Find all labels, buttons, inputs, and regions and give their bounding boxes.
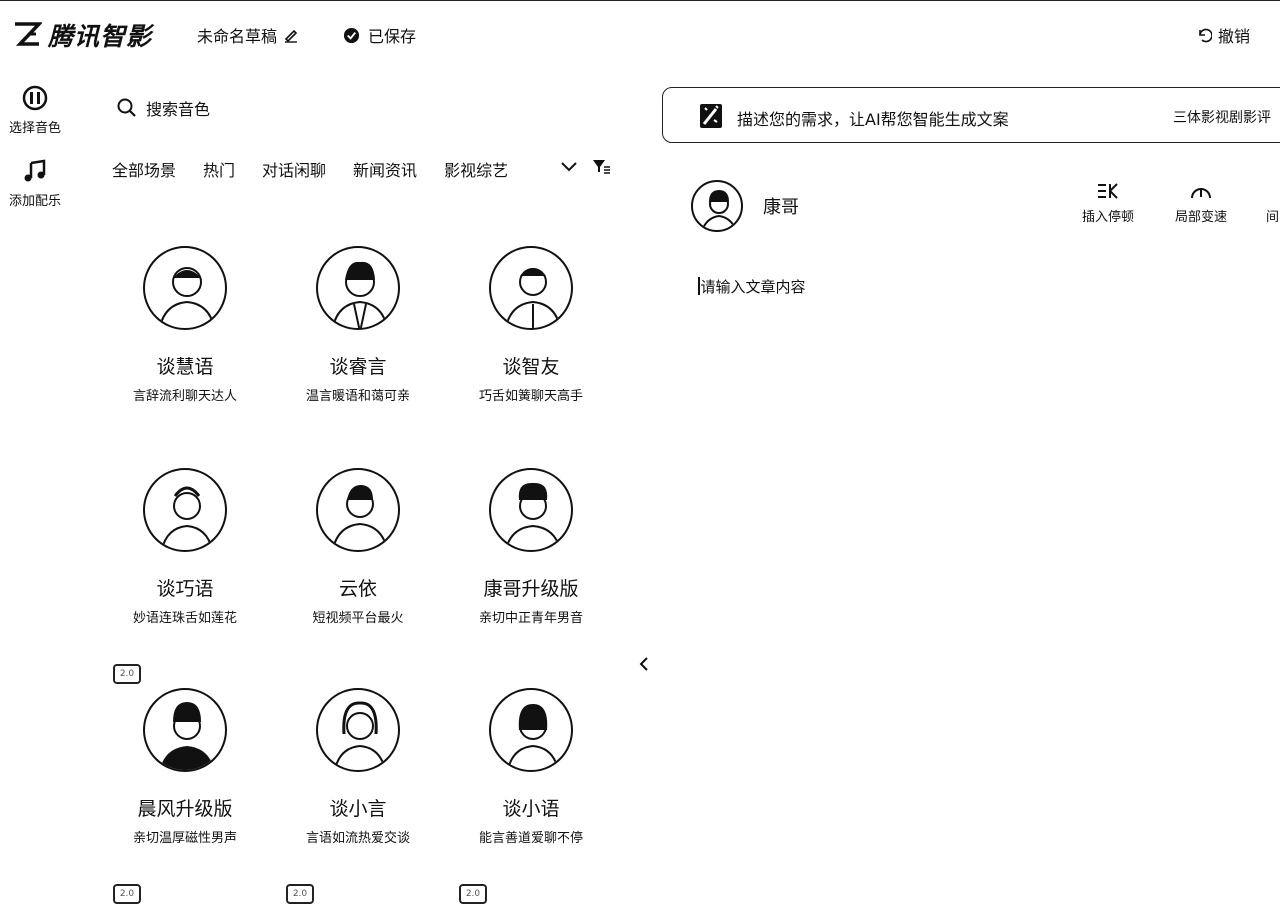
voice-icon [22,85,48,111]
voice-card[interactable]: 谈小言 言语如流热爱交谈 [273,688,443,846]
voice-name: 谈小言 [329,798,387,820]
voice-avatar [143,688,227,772]
insert-pause-button[interactable]: 插入停顿 [1082,182,1134,225]
category-tabs: 全部场景 热门 对话闲聊 新闻资讯 影视综艺 [112,157,508,181]
ai-copywriting-bar[interactable]: 描述您的需求，让AI帮您智能生成文案 三体影视剧影评 [662,87,1280,143]
voice-name: 晨风升级版 [137,798,233,820]
check-circle-icon [343,27,360,43]
voice-name: 谈睿言 [329,356,387,378]
ai-sample-prompt[interactable]: 三体影视剧影评 [1173,107,1271,127]
search-input[interactable]: 搜索音色 [146,96,210,120]
undo-icon [1199,28,1212,43]
voice-card[interactable]: 谈慧语 言辞流利聊天达人 [100,246,270,404]
voice-name: 康哥升级版 [483,578,579,600]
draft-title[interactable]: 未命名草稿 [197,23,299,47]
music-note-icon [24,159,46,182]
top-bar: 腾讯智影 未命名草稿 已保存 撤销 [0,0,1280,70]
nav-label: 添加配乐 [8,194,61,209]
tab-chat[interactable]: 对话闲聊 [262,157,326,181]
voice-desc: 亲切温厚磁性男声 [132,831,237,846]
voice-search[interactable]: 搜索音色 [117,96,210,120]
voice-desc: 言语如流热爱交谈 [305,831,410,846]
voice-badge-icon: 2.0 [286,884,314,904]
voice-card[interactable]: 康哥升级版 亲切中正青年男音 [446,468,616,626]
text-caret [698,277,700,295]
filter-icon[interactable] [591,156,611,176]
category-tools [559,156,611,176]
magic-wand-icon [700,104,722,128]
voice-avatar [316,468,400,552]
voice-card[interactable]: 晨风升级版 亲切温厚磁性男声 [100,688,270,846]
local-speed-button[interactable]: 局部变速 [1175,182,1227,225]
nav-label: 选择音色 [8,121,61,136]
nav-item-add-music[interactable]: 添加配乐 [0,158,70,209]
voice-desc: 言辞流利聊天达人 [132,389,237,404]
more-tool-button[interactable]: 间 [1266,182,1279,225]
voice-name: 谈慧语 [156,356,214,378]
tencent-zhiying-logo-icon [15,22,42,46]
tool-label: 局部变速 [1175,210,1228,225]
voice-name: 谈巧语 [156,578,214,600]
voice-name: 云依 [338,578,377,600]
tab-all-scenes[interactable]: 全部场景 [112,157,176,181]
voice-badge-icon: 2.0 [459,884,487,904]
voice-desc: 巧舌如簧聊天高手 [478,389,583,404]
voice-name: 谈小语 [502,798,560,820]
voice-avatar [143,246,227,330]
voice-card[interactable]: 谈小语 能言善道爱聊不停 [446,688,616,846]
tab-film-variety[interactable]: 影视综艺 [444,157,508,181]
voice-desc: 妙语连珠舌如莲花 [132,611,237,626]
voice-desc: 能言善道爱聊不停 [478,831,583,846]
nav-item-select-voice[interactable]: 选择音色 [0,85,70,136]
collapse-panel-icon[interactable] [637,654,651,674]
search-icon [117,98,136,117]
chevron-down-icon[interactable] [559,156,579,176]
save-status-label: 已保存 [368,27,417,46]
voice-desc: 温言暖语和蔼可亲 [305,389,410,404]
voice-badge-icon: 2.0 [113,664,141,684]
tab-news[interactable]: 新闻资讯 [353,157,417,181]
voice-desc: 短视频平台最火 [312,611,404,626]
insert-pause-icon [1098,183,1118,199]
article-editor[interactable]: 请输入文章内容 [698,276,806,297]
voice-card[interactable]: 谈智友 巧舌如簧聊天高手 [446,246,616,404]
voice-desc: 亲切中正青年男音 [478,611,583,626]
voice-avatar [316,246,400,330]
voice-avatar [316,688,400,772]
voice-name: 谈智友 [502,356,560,378]
voice-avatar [489,688,573,772]
left-nav: 选择音色 添加配乐 [0,85,70,231]
voice-badge-icon: 2.0 [113,884,141,904]
draft-title-label: 未命名草稿 [197,27,278,46]
ai-prompt-text: 描述您的需求，让AI帮您智能生成文案 [737,110,1009,129]
logo: 腾讯智影 [12,17,152,53]
tab-hot[interactable]: 热门 [203,157,235,181]
undo-label: 撤销 [1218,27,1251,46]
brand-name: 腾讯智影 [48,22,153,51]
editor-placeholder: 请输入文章内容 [700,278,806,296]
voice-card[interactable]: 谈睿言 温言暖语和蔼可亲 [273,246,443,404]
voice-card[interactable]: 云依 短视频平台最火 [273,468,443,626]
voice-avatar [489,468,573,552]
voice-card[interactable]: 谈巧语 妙语连珠舌如莲花 [100,468,270,626]
undo-button[interactable]: 撤销 [1196,23,1250,47]
voice-avatar [143,468,227,552]
edit-pencil-icon[interactable] [283,27,299,43]
tool-label: 插入停顿 [1082,210,1135,225]
voice-avatar [489,246,573,330]
tool-label: 间 [1266,210,1280,225]
speed-gauge-icon [1191,188,1211,199]
speaker-avatar [691,180,743,232]
speaker-name: 康哥 [763,197,799,218]
speaker-selector[interactable]: 康哥 [691,180,799,232]
save-status: 已保存 [343,23,416,47]
